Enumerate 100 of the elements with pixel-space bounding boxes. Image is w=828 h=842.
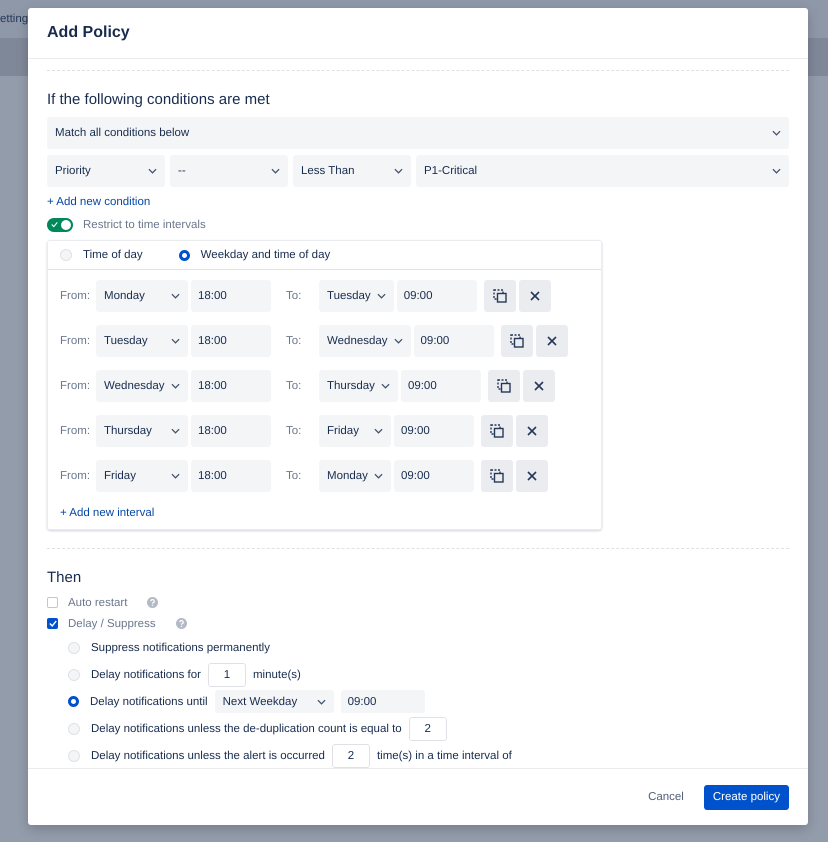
close-icon — [527, 426, 537, 436]
option-label: Delay notifications unless the alert is occurred — [91, 750, 325, 762]
chevron-down-icon — [772, 168, 781, 174]
to-label: To: — [286, 380, 302, 392]
checkmark-icon — [48, 620, 56, 627]
from-label: From: — [60, 290, 92, 302]
chevron-down-icon — [394, 168, 403, 174]
chevron-down-icon — [374, 428, 383, 434]
close-icon — [530, 291, 540, 301]
close-icon — [534, 381, 544, 391]
remove-button[interactable] — [536, 325, 568, 357]
chevron-down-icon — [380, 383, 390, 389]
condition-select[interactable]: P1-Critical — [416, 155, 789, 187]
time-field[interactable]: 09:00 — [396, 280, 477, 312]
checkmark-icon — [51, 221, 58, 228]
day-select[interactable]: Monday — [96, 280, 188, 312]
from-label: From: — [60, 380, 92, 392]
chevron-down-icon — [316, 698, 326, 704]
duplicate-button[interactable] — [488, 370, 520, 402]
option-label: Delay notifications for — [91, 668, 201, 680]
option-label: Suppress notifications permanently — [91, 642, 270, 654]
help-icon — [176, 618, 187, 629]
section-heading: If the following conditions are met — [47, 91, 271, 108]
duplicate-button[interactable] — [500, 325, 533, 357]
to-label: To: — [286, 335, 302, 347]
chevron-down-icon — [394, 338, 403, 344]
from-label: From: — [60, 425, 92, 437]
time-field[interactable]: 18:00 — [191, 370, 271, 402]
option-label: minute(s) — [252, 668, 301, 680]
duplicate-button[interactable] — [481, 460, 513, 492]
checkbox[interactable] — [47, 597, 58, 608]
copy-icon — [496, 378, 512, 394]
chevron-down-icon — [171, 293, 180, 299]
time-field[interactable]: 18:00 — [191, 325, 271, 357]
close-icon — [527, 471, 537, 481]
add-interval-link[interactable]: + Add new interval — [60, 507, 154, 519]
checkbox-label: Auto restart — [68, 596, 128, 608]
radio-option[interactable]: Weekday and time of day — [178, 249, 330, 261]
condition-select[interactable]: Priority — [47, 155, 165, 187]
condition-select[interactable]: -- — [170, 155, 288, 187]
cancel-button[interactable]: Cancel — [642, 790, 690, 804]
match-select[interactable]: Match all conditions below — [47, 117, 789, 149]
section-heading: Then — [47, 569, 82, 586]
chevron-down-icon — [376, 293, 386, 299]
time-field[interactable]: 09:00 — [400, 370, 481, 402]
to-label: To: — [286, 425, 302, 437]
close-icon — [546, 336, 557, 346]
day-select[interactable]: Thursday — [319, 370, 398, 402]
chevron-down-icon — [171, 473, 180, 479]
number-field[interactable]: 1 — [208, 662, 246, 686]
copy-icon — [489, 468, 505, 484]
option-label: Delay notifications until — [90, 696, 208, 708]
chevron-down-icon — [374, 473, 383, 479]
time-field[interactable]: 18:00 — [191, 280, 271, 312]
checkbox-label: Delay / Suppress — [68, 618, 156, 630]
chevron-down-icon — [148, 168, 157, 174]
chevron-down-icon — [271, 168, 280, 174]
radio-option[interactable]: Time of day — [60, 249, 143, 261]
remove-button[interactable] — [516, 460, 548, 492]
day-select[interactable]: Friday — [96, 460, 188, 492]
day-select[interactable]: Wednesday — [319, 325, 411, 357]
chevron-down-icon — [772, 130, 781, 136]
time-field[interactable]: 18:00 — [191, 460, 271, 492]
day-select[interactable]: Friday — [319, 415, 391, 447]
from-label: From: — [60, 335, 92, 347]
time-field[interactable]: 18:00 — [191, 415, 271, 447]
checkbox[interactable] — [47, 618, 58, 629]
copy-icon — [492, 288, 508, 304]
create-policy-button[interactable]: Create policy — [704, 784, 789, 810]
help-icon — [147, 597, 158, 608]
nav-link[interactable]: etting — [0, 13, 28, 25]
day-select[interactable]: Thursday — [96, 415, 188, 447]
remove-button[interactable] — [518, 280, 551, 312]
to-label: To: — [286, 290, 302, 302]
duplicate-button[interactable] — [484, 280, 516, 312]
toggle-switch[interactable] — [47, 218, 73, 232]
dialog-title: Add Policy — [47, 24, 130, 42]
weekday-select[interactable]: Next Weekday — [214, 690, 334, 713]
copy-icon — [489, 423, 505, 439]
number-field[interactable]: 2 — [408, 716, 447, 740]
time-field[interactable]: 09:00 — [394, 460, 474, 492]
day-select[interactable]: Tuesday — [319, 280, 394, 312]
day-select[interactable]: Monday — [319, 460, 391, 492]
day-select[interactable]: Tuesday — [96, 325, 188, 357]
number-field[interactable]: 2 — [332, 744, 370, 768]
remove-button[interactable] — [516, 415, 548, 447]
from-label: From: — [60, 470, 92, 482]
add-condition-link[interactable]: + Add new condition — [47, 196, 150, 208]
time-field[interactable]: 09:00 — [414, 325, 494, 357]
day-select[interactable]: Wednesday — [96, 370, 188, 402]
duplicate-button[interactable] — [481, 415, 513, 447]
time-field[interactable]: 09:00 — [340, 690, 425, 713]
option-label: Delay notifications unless the de-duplication count is equal to — [91, 722, 402, 734]
chevron-down-icon — [171, 383, 180, 389]
condition-select[interactable]: Less Than — [293, 155, 411, 187]
option-label: time(s) in a time interval of — [376, 750, 512, 762]
radio-button[interactable] — [68, 696, 79, 707]
chevron-down-icon — [171, 428, 180, 434]
remove-button[interactable] — [522, 370, 555, 402]
time-field[interactable]: 09:00 — [394, 415, 474, 447]
